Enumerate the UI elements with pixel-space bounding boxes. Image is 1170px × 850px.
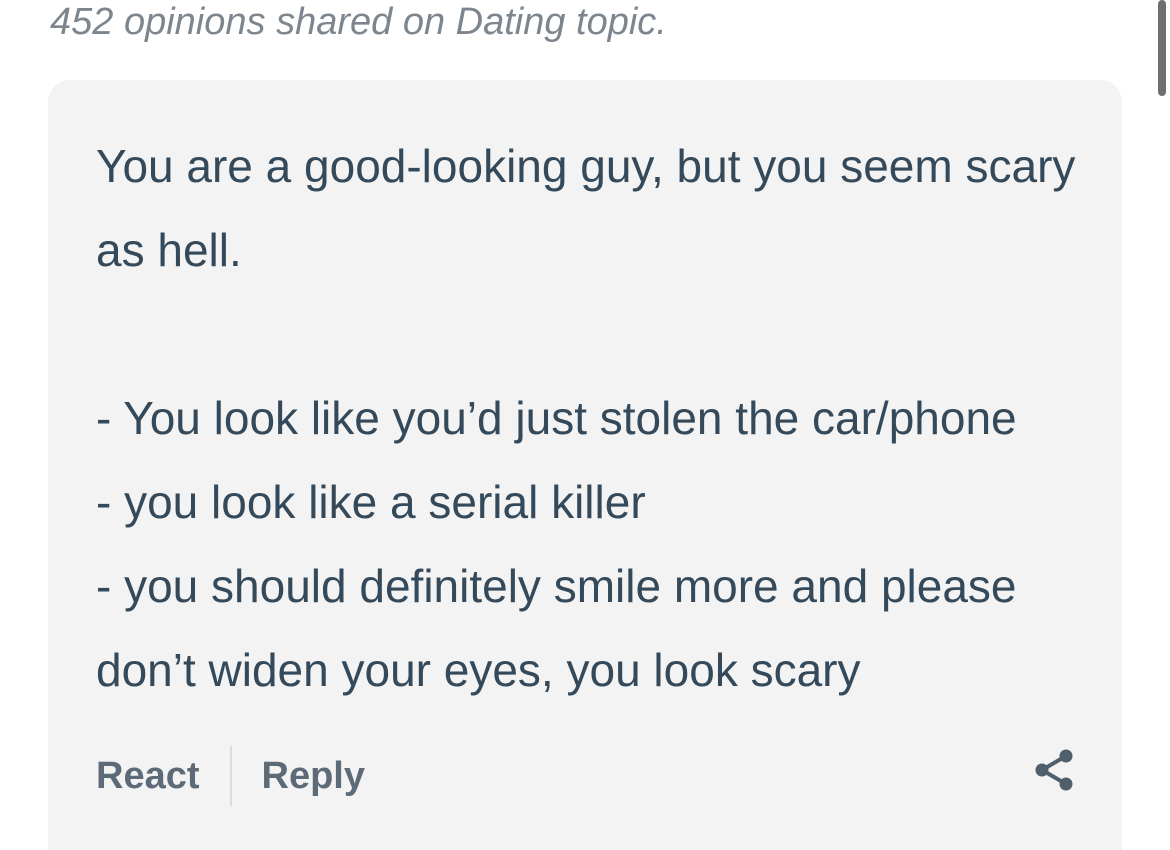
opinion-line: - you should definitely smile more and p…: [96, 560, 1017, 696]
scrollbar[interactable]: [1158, 0, 1166, 96]
action-divider: [229, 746, 232, 806]
opinions-count-text: 452 opinions shared on Dating topic.: [50, 1, 667, 43]
opinion-card: You are a good-looking guy, but you seem…: [48, 80, 1122, 850]
opinion-line: - You look like you’d just stolen the ca…: [96, 392, 1017, 444]
opinion-line: You are a good-looking guy, but you seem…: [96, 140, 1076, 276]
opinion-text: You are a good-looking guy, but you seem…: [96, 124, 1086, 712]
react-button[interactable]: React: [96, 755, 200, 798]
share-icon[interactable]: [1030, 746, 1078, 794]
opinion-actions: React Reply: [96, 746, 365, 806]
reply-button[interactable]: Reply: [262, 755, 365, 798]
opinions-page: 452 opinions shared on Dating topic. You…: [0, 0, 1170, 850]
opinion-line: - you look like a serial killer: [96, 476, 646, 528]
